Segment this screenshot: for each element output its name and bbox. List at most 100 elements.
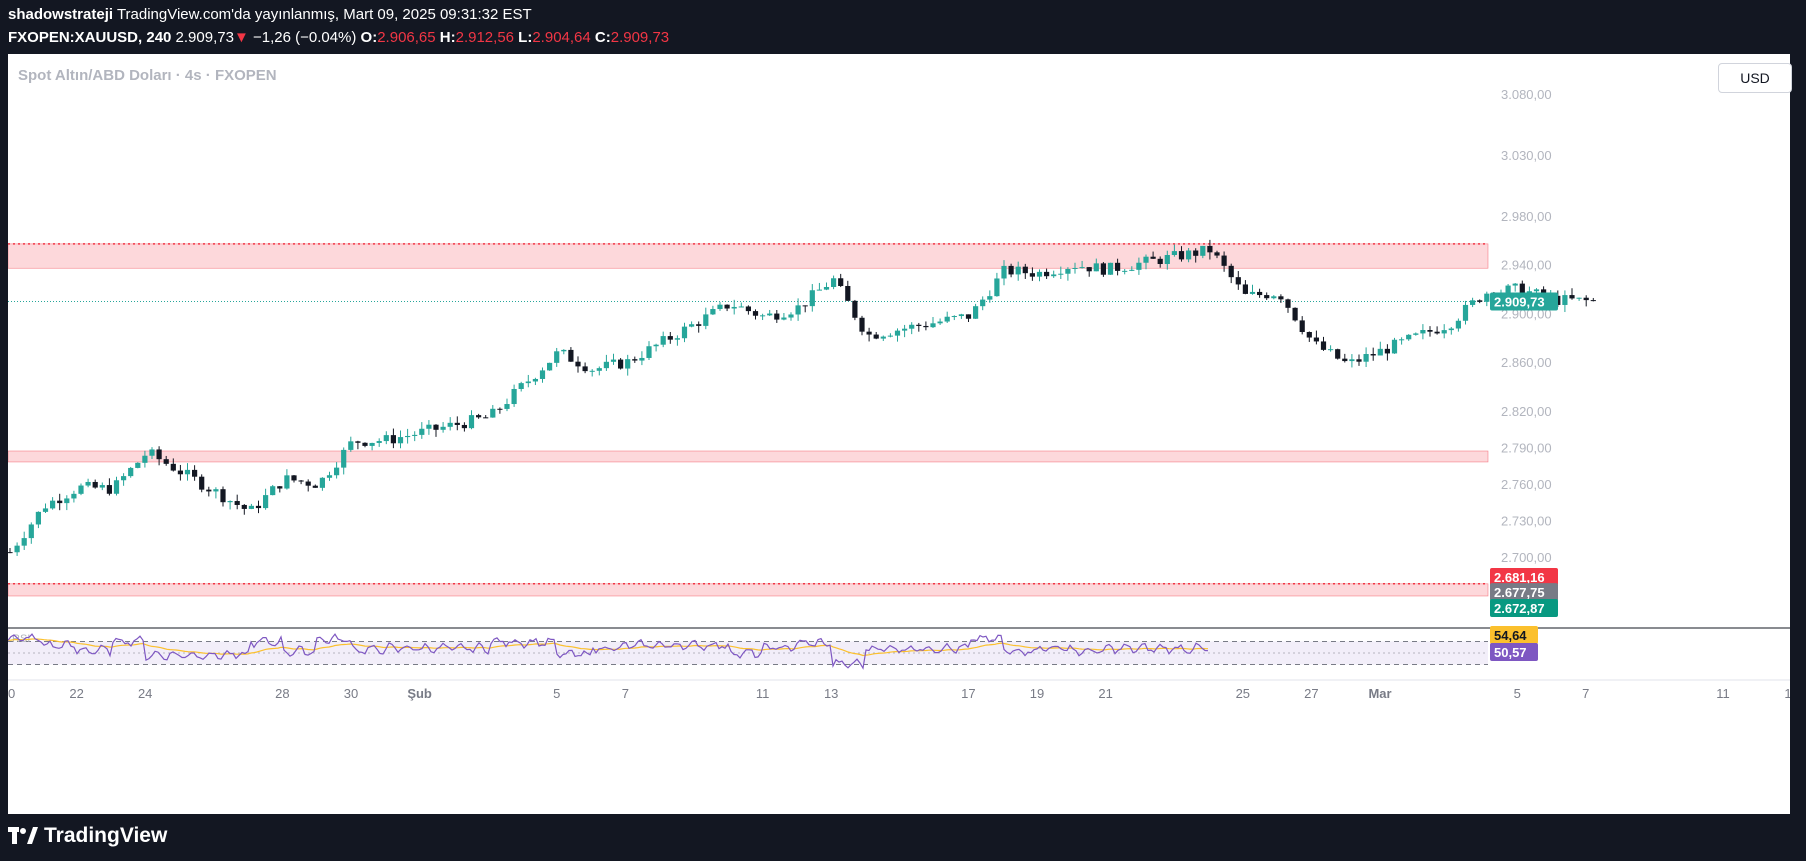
candle-body bbox=[1477, 300, 1483, 302]
candle-body bbox=[1072, 267, 1078, 269]
chart-panel[interactable]: 3.080,00 3.030,00 2.980,00 2.940,00 2.900,00… bbox=[1, 54, 1799, 814]
candle-body bbox=[227, 501, 233, 503]
candle-body bbox=[1420, 330, 1426, 334]
candle-body bbox=[1001, 265, 1007, 279]
candle-body bbox=[1214, 252, 1220, 256]
candle-body bbox=[78, 485, 84, 494]
candle-body bbox=[752, 311, 759, 316]
candle-body bbox=[1157, 258, 1163, 264]
candle-body bbox=[717, 304, 723, 310]
candle-body bbox=[866, 331, 872, 335]
candle-body bbox=[518, 383, 524, 389]
candle-body bbox=[823, 286, 830, 290]
low-label: L: bbox=[518, 29, 533, 46]
candle-body bbox=[99, 485, 105, 488]
candle-body bbox=[1129, 269, 1135, 271]
candle-body bbox=[1186, 250, 1192, 260]
candle-body bbox=[241, 504, 247, 509]
candle-body bbox=[1384, 348, 1390, 354]
footer-brand[interactable]: TradingView bbox=[8, 824, 167, 848]
down-arrow-icon: ▼ bbox=[233, 29, 249, 46]
candle-body bbox=[305, 481, 311, 486]
candle-body bbox=[255, 505, 262, 509]
candle-body bbox=[1264, 295, 1270, 299]
author-name[interactable]: shadowstrateji bbox=[8, 6, 113, 23]
candle-body bbox=[1242, 284, 1248, 294]
candle-body bbox=[1292, 307, 1298, 321]
candle-body bbox=[170, 463, 176, 471]
candle-body bbox=[14, 545, 20, 553]
candle-body bbox=[64, 498, 70, 504]
symbol-label[interactable]: FXOPEN:XAUUSD, 240 bbox=[8, 29, 171, 46]
candle-body bbox=[1377, 348, 1383, 356]
price-label: 2.681,16 bbox=[1494, 570, 1545, 585]
last-price: 2.909,73 bbox=[175, 29, 234, 46]
candle-body bbox=[958, 314, 964, 317]
candle-body bbox=[1441, 330, 1447, 334]
candle-body bbox=[1228, 265, 1234, 278]
candle-body bbox=[28, 524, 34, 539]
candle-body bbox=[291, 475, 297, 481]
candle-body bbox=[199, 476, 205, 490]
candle-body bbox=[1015, 266, 1021, 275]
candle-body bbox=[1171, 251, 1177, 255]
candle-body bbox=[1150, 256, 1156, 259]
candle-body bbox=[1505, 285, 1511, 293]
candle-body bbox=[1136, 262, 1142, 270]
candle-body bbox=[745, 306, 751, 312]
y-tick-label: 2.790,00 bbox=[1501, 440, 1552, 455]
candle-body bbox=[248, 505, 254, 509]
candle-body bbox=[1257, 291, 1263, 296]
candle-body bbox=[1122, 270, 1128, 272]
x-tick-label: 17 bbox=[961, 686, 975, 701]
candle-body bbox=[1100, 263, 1106, 275]
candle-body bbox=[532, 378, 538, 382]
candle-body bbox=[21, 538, 27, 546]
candle-body bbox=[994, 278, 1000, 297]
candle-body bbox=[951, 316, 957, 318]
open-label: O: bbox=[360, 29, 378, 46]
candle-body bbox=[1391, 339, 1398, 354]
candle-body bbox=[35, 511, 41, 525]
candle-body bbox=[859, 317, 865, 332]
candle-body bbox=[298, 480, 304, 482]
candle-body bbox=[568, 349, 574, 362]
candle-body bbox=[667, 336, 673, 340]
tradingview-logo-icon bbox=[8, 827, 38, 844]
candle-body bbox=[845, 285, 851, 301]
x-tick-label: 19 bbox=[1030, 686, 1044, 701]
candle-body bbox=[1512, 283, 1518, 286]
candle-body bbox=[1320, 341, 1327, 350]
candle-body bbox=[1590, 300, 1596, 302]
candle-body bbox=[809, 290, 815, 307]
candle-body bbox=[85, 481, 91, 486]
candle-body bbox=[1221, 255, 1227, 266]
candle-body bbox=[213, 489, 219, 492]
candlestick-chart[interactable]: 3.080,003.030,002.980,002.940,002.900,00… bbox=[1, 54, 1799, 814]
candle-body bbox=[1399, 339, 1405, 341]
candle-body bbox=[646, 346, 652, 358]
candle-body bbox=[419, 428, 425, 435]
candle-body bbox=[1583, 297, 1589, 301]
candle-body bbox=[1328, 349, 1334, 351]
candle-body bbox=[1200, 245, 1206, 256]
currency-button[interactable]: USD bbox=[1718, 63, 1792, 93]
candle-body bbox=[1036, 271, 1043, 277]
candle-body bbox=[1285, 299, 1291, 308]
candle-body bbox=[653, 344, 659, 347]
x-tick-label: 5 bbox=[1514, 686, 1521, 701]
x-tick-label: 11 bbox=[1716, 686, 1730, 701]
header-line-2: FXOPEN:XAUUSD, 240 2.909,73▼ −1,26 (−0.0… bbox=[8, 29, 669, 46]
candle-body bbox=[128, 467, 134, 477]
candle-body bbox=[348, 441, 354, 450]
candle-body bbox=[816, 289, 822, 291]
candle-body bbox=[909, 324, 915, 329]
candle-body bbox=[383, 435, 389, 442]
candle-body bbox=[1335, 349, 1341, 359]
candle-body bbox=[781, 317, 787, 320]
candle-body bbox=[1058, 273, 1064, 275]
candle-body bbox=[71, 493, 77, 499]
candle-body bbox=[7, 552, 13, 554]
candle-body bbox=[582, 366, 588, 372]
high-value: 2.912,56 bbox=[455, 29, 514, 46]
